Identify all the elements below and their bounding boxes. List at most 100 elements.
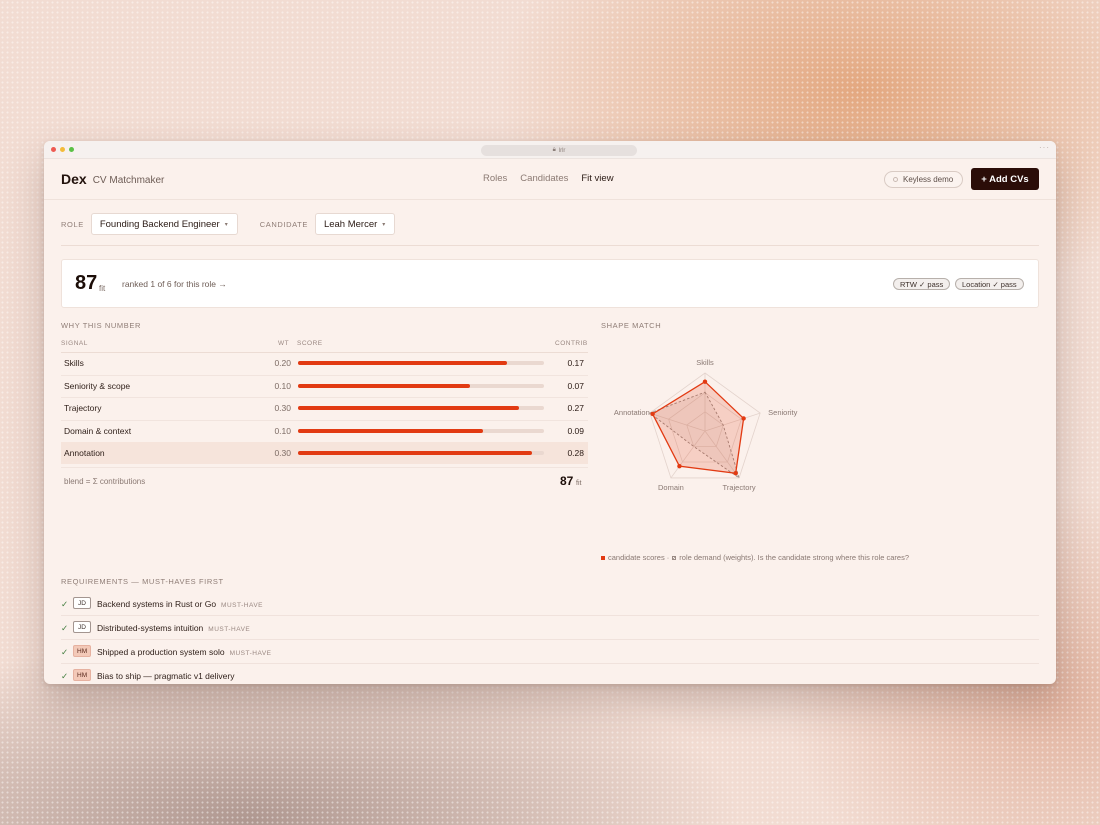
divider [61, 245, 1039, 246]
candidate-label: CANDIDATE [259, 219, 308, 229]
candidate-point-skills [702, 379, 708, 384]
col-score: SCORE [297, 340, 323, 347]
list-item[interactable]: ✓ HM Shipped a production system solo MUST-… [61, 640, 1039, 664]
maximize-window-button[interactable] [69, 147, 74, 152]
status-dot-icon [893, 177, 898, 182]
col-wt: WT [278, 340, 290, 347]
location-status-badge: Location ✓ pass [955, 278, 1024, 290]
blend-score: 87 [560, 474, 574, 488]
candidate-point-trajectory [733, 471, 738, 476]
col-signal: SIGNAL [61, 340, 88, 347]
signal-weight: 0.20 [274, 358, 291, 368]
source-tag: HM [73, 669, 92, 681]
address-bar[interactable]: 🔒︎ lrlr [481, 145, 637, 156]
keyless-demo-toggle[interactable]: Keyless demo [884, 171, 964, 188]
nav-candidates[interactable]: Candidates [520, 173, 568, 184]
rank-link[interactable]: ranked 1 of 6 for this role → [122, 279, 227, 289]
radar-label-skills: Skills [696, 358, 714, 367]
fit-summary-card: 87 fit ranked 1 of 6 for this role → RTW… [61, 259, 1039, 308]
brand-subtitle: CV Matchmaker [92, 174, 165, 186]
requirement-label: Distributed-systems intuition [97, 623, 204, 633]
signal-contribution: 0.07 [567, 380, 584, 391]
check-icon: ✓ [61, 599, 69, 609]
minimize-window-button[interactable] [60, 147, 65, 152]
signal-name: Seniority & scope [64, 380, 131, 391]
keyless-demo-label: Keyless demo [903, 175, 954, 184]
radar-label-domain: Domain [658, 483, 684, 492]
signal-contribution: 0.27 [567, 403, 584, 413]
requirement-text: Backend systems in Rust or Go MUST-HAVE [97, 599, 263, 609]
browser-window: 🔒︎ lrlr ··· Dex CV Matchmaker Roles Cand… [44, 141, 1056, 684]
must-have-flag: MUST-HAVE [208, 626, 251, 633]
role-label: ROLE [61, 219, 84, 229]
signal-contribution: 0.09 [567, 425, 584, 436]
list-item[interactable]: ✓ HM Bias to ship — pragmatic v1 delivery [61, 664, 1039, 684]
signal-weight: 0.30 [274, 403, 291, 413]
radar-label-trajectory: Trajectory [723, 483, 756, 492]
radar-label-seniority: Seniority [768, 408, 797, 417]
window-titlebar: 🔒︎ lrlr ··· [44, 141, 1056, 159]
requirement-text: Shipped a production system solo MUST-HAV… [97, 647, 272, 657]
signal-contribution: 0.28 [567, 448, 584, 458]
signal-name: Trajectory [64, 403, 102, 413]
radar-caption: candidate scores · role demand (weights)… [601, 553, 909, 562]
fit-score: 87 [75, 272, 98, 294]
list-item[interactable]: ✓ JD Distributed-systems intuition MUST-HAV… [61, 616, 1039, 640]
table-row[interactable]: Trajectory 0.30 0.27 [61, 397, 588, 419]
score-bar-fill [298, 451, 532, 455]
table-row[interactable]: Seniority & scope 0.10 0.07 [61, 375, 588, 397]
chevron-down-icon: ▾ [224, 221, 228, 228]
candidate-point-seniority [741, 416, 746, 421]
score-bar [298, 428, 544, 433]
table-row[interactable]: Annotation 0.30 0.28 [61, 442, 588, 464]
requirement-label: Bias to ship — pragmatic v1 delivery [97, 671, 235, 681]
table-row[interactable]: Domain & context 0.10 0.09 [61, 420, 588, 442]
signal-name: Annotation [64, 448, 105, 458]
signal-contribution: 0.17 [567, 358, 584, 368]
filter-row: ROLE Founding Backend Engineer ▾ CANDIDA… [61, 213, 396, 235]
must-have-flag: MUST-HAVE [221, 602, 263, 609]
score-bar-fill [298, 361, 508, 365]
blend-unit: fit [576, 480, 582, 487]
source-tag: JD [73, 621, 91, 633]
candidate-legend-swatch [601, 555, 605, 560]
candidate-select-value: Leah Mercer [323, 218, 378, 230]
list-item[interactable]: ✓ JD Backend systems in Rust or Go MUST-HAV… [61, 592, 1039, 616]
radar-chart: Skills Seniority Trajectory Domain Annotatio… [614, 358, 798, 492]
breakdown-title: WHY THIS NUMBER [61, 321, 141, 330]
signal-name: Domain & context [64, 425, 132, 436]
requirements-title: REQUIREMENTS — MUST-HAVES FIRST [61, 577, 224, 586]
app-header: Dex CV Matchmaker Roles Candidates Fit v… [44, 159, 1056, 200]
score-bar [298, 406, 544, 410]
close-window-button[interactable] [51, 147, 56, 152]
candidate-select[interactable]: Leah Mercer ▾ [314, 213, 396, 235]
radar-label-annotation: Annotation [614, 408, 650, 417]
score-bar-fill [298, 383, 471, 388]
caption-demand: role demand (weights). Is the candidate … [679, 553, 909, 562]
candidate-shape [651, 380, 745, 474]
score-bar [298, 383, 544, 388]
nav-roles[interactable]: Roles [483, 173, 507, 184]
role-select[interactable]: Founding Backend Engineer ▾ [90, 213, 238, 235]
add-cvs-button[interactable]: + Add CVs [971, 168, 1039, 190]
candidate-point-annotation [650, 411, 655, 417]
score-bar-fill [298, 428, 483, 433]
score-bar [298, 451, 544, 455]
brand-logo[interactable]: Dex [61, 171, 87, 187]
rtw-status-badge: RTW ✓ pass [893, 278, 951, 290]
caption-candidate: candidate scores · [608, 553, 670, 562]
requirement-label: Shipped a production system solo [97, 647, 225, 657]
must-have-flag: MUST-HAVE [229, 650, 272, 657]
role-select-value: Founding Backend Engineer [99, 218, 220, 230]
main-nav: Roles Candidates Fit view [483, 173, 614, 184]
check-icon: ✓ [61, 647, 69, 657]
chevron-down-icon: ▾ [382, 221, 386, 228]
requirement-text: Distributed-systems intuition MUST-HAVE [97, 623, 250, 633]
address-text: lrlr [558, 147, 566, 154]
score-bar [298, 361, 544, 365]
nav-fit-view[interactable]: Fit view [581, 173, 613, 184]
check-icon: ✓ [61, 623, 69, 633]
signal-weight: 0.10 [274, 425, 291, 436]
table-row[interactable]: Skills 0.20 0.17 [61, 352, 588, 374]
more-icon[interactable]: ··· [1039, 143, 1050, 152]
